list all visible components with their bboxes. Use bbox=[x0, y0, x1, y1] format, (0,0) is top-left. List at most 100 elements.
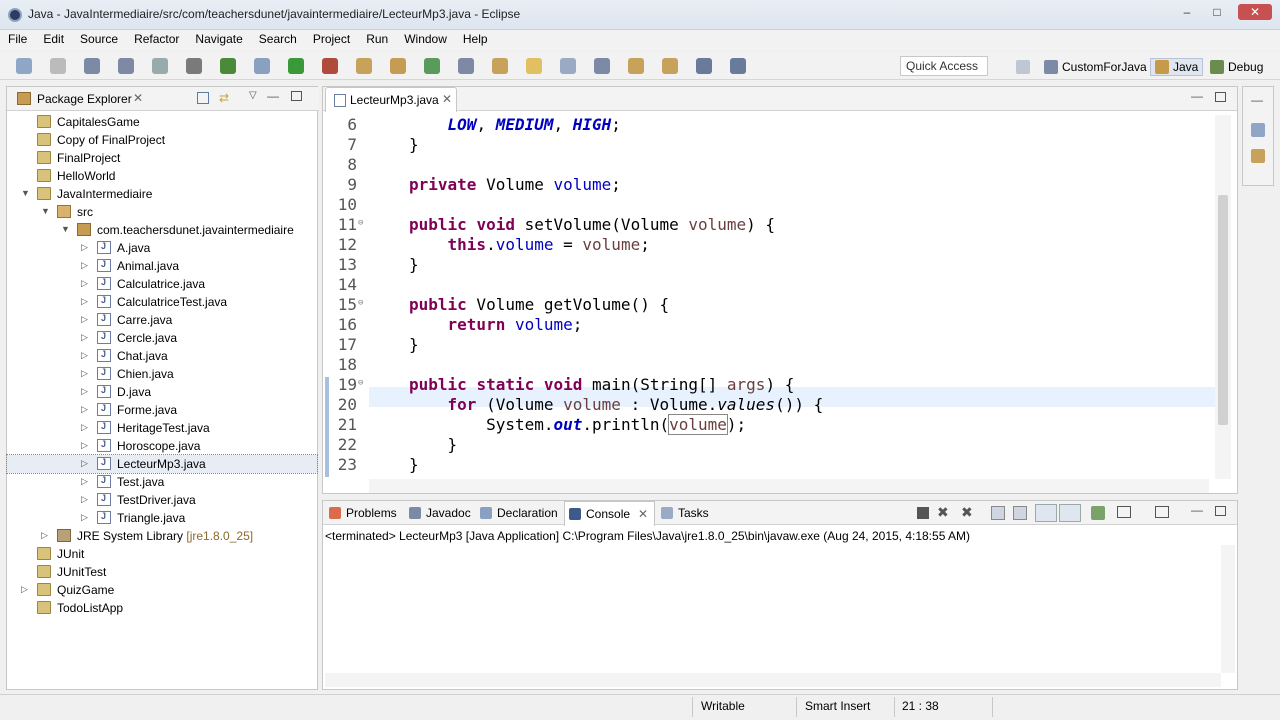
tree-item[interactable]: ▼ JavaIntermediaire bbox=[7, 185, 317, 203]
tab-tasks[interactable]: Tasks bbox=[661, 506, 709, 520]
display-console-icon[interactable] bbox=[1117, 506, 1131, 518]
dropdown-icon[interactable] bbox=[50, 58, 66, 74]
expand-arrow-icon[interactable]: ▷ bbox=[81, 512, 91, 523]
expand-arrow-icon[interactable]: ▷ bbox=[81, 350, 91, 361]
menu-source[interactable]: Source bbox=[72, 30, 126, 50]
next-annotation-icon[interactable] bbox=[628, 58, 644, 74]
word-wrap-icon[interactable] bbox=[1035, 504, 1057, 522]
tree-item[interactable]: ▷ LecteurMp3.java bbox=[6, 454, 318, 474]
menu-search[interactable]: Search bbox=[251, 30, 305, 50]
open-type-icon[interactable] bbox=[458, 58, 474, 74]
debug-run-icon[interactable] bbox=[220, 58, 236, 74]
search-icon[interactable] bbox=[492, 58, 508, 74]
tab-problems[interactable]: Problems bbox=[329, 506, 397, 520]
expand-arrow-icon[interactable]: ▷ bbox=[81, 422, 91, 433]
save-all-icon[interactable] bbox=[118, 58, 134, 74]
tree-item[interactable]: ▷ D.java bbox=[7, 383, 317, 401]
expand-arrow-icon[interactable]: ▷ bbox=[81, 386, 91, 397]
maximize-editor-icon[interactable] bbox=[1215, 92, 1226, 102]
external-tools-icon[interactable] bbox=[322, 58, 338, 74]
perspective-debug[interactable]: Debug bbox=[1206, 58, 1267, 76]
code-line[interactable]: 11 ⊖ public void setVolume(Volume volume) … bbox=[323, 215, 1215, 235]
expand-arrow-icon[interactable]: ▷ bbox=[81, 458, 91, 469]
console-vertical-scrollbar[interactable] bbox=[1221, 545, 1235, 673]
code-line[interactable]: 8 bbox=[323, 155, 1215, 175]
editor-horizontal-scrollbar[interactable] bbox=[369, 479, 1209, 493]
expand-arrow-icon[interactable]: ▷ bbox=[81, 404, 91, 415]
close-icon[interactable]: ✕ bbox=[1238, 4, 1272, 20]
menu-window[interactable]: Window bbox=[396, 30, 455, 50]
code-line[interactable]: 9 private Volume volume; bbox=[323, 175, 1215, 195]
tree-item[interactable]: ▷ Triangle.java bbox=[7, 509, 317, 527]
close-tab-icon[interactable]: ✕ bbox=[442, 92, 452, 106]
console-horizontal-scrollbar[interactable] bbox=[325, 673, 1221, 687]
minimize-panel-icon[interactable]: — bbox=[1191, 503, 1203, 517]
maximize-panel-icon[interactable] bbox=[1215, 506, 1226, 516]
tree-item[interactable]: ▷ Forme.java bbox=[7, 401, 317, 419]
tab-javadoc[interactable]: Javadoc bbox=[409, 506, 471, 520]
code-editor[interactable]: 6 LOW, MEDIUM, HIGH; 7} 8 9 private Volume v… bbox=[323, 115, 1215, 479]
fold-icon[interactable]: ⊖ bbox=[358, 298, 363, 308]
minimize-view-icon[interactable]: — bbox=[267, 89, 279, 103]
menu-refactor[interactable]: Refactor bbox=[126, 30, 187, 50]
perspective-java[interactable]: Java bbox=[1150, 58, 1204, 76]
code-line[interactable]: 23} bbox=[323, 455, 1215, 475]
run-icon[interactable] bbox=[288, 58, 304, 74]
tree-item[interactable]: ▷ Test.java bbox=[7, 473, 317, 491]
tree-item[interactable]: ▷ Calculatrice.java bbox=[7, 275, 317, 293]
minimize-icon[interactable]: – bbox=[1176, 4, 1198, 20]
code-line[interactable]: 16 return volume; bbox=[323, 315, 1215, 335]
editor-vertical-scrollbar[interactable] bbox=[1215, 115, 1231, 479]
quick-access-input[interactable]: Quick Access bbox=[900, 56, 988, 76]
tree-item[interactable]: ▷ Chat.java bbox=[7, 347, 317, 365]
new-class-icon[interactable] bbox=[424, 58, 440, 74]
maximize-icon[interactable]: □ bbox=[1206, 4, 1228, 20]
expand-arrow-icon[interactable]: ▷ bbox=[81, 260, 91, 271]
expand-arrow-icon[interactable]: ▷ bbox=[81, 242, 91, 253]
print-icon[interactable] bbox=[152, 58, 168, 74]
expand-arrow-icon[interactable]: ▷ bbox=[81, 476, 91, 487]
code-line[interactable]: 12 this.volume = volume; bbox=[323, 235, 1215, 255]
tree-item[interactable]: CapitalesGame bbox=[7, 113, 317, 131]
expand-arrow-icon[interactable]: ▼ bbox=[41, 206, 51, 216]
expand-arrow-icon[interactable]: ▷ bbox=[81, 494, 91, 505]
code-line[interactable]: 18 bbox=[323, 355, 1215, 375]
tree-item[interactable]: ▷ TestDriver.java bbox=[7, 491, 317, 509]
clear-console-icon[interactable] bbox=[991, 506, 1005, 520]
tree-item[interactable]: JUnitTest bbox=[7, 563, 317, 581]
tree-item[interactable]: HelloWorld bbox=[7, 167, 317, 185]
scroll-lock-icon[interactable] bbox=[1013, 506, 1027, 520]
new-icon[interactable] bbox=[16, 58, 32, 74]
tree-item[interactable]: ▷ HeritageTest.java bbox=[7, 419, 317, 437]
expand-arrow-icon[interactable]: ▷ bbox=[21, 584, 31, 595]
remove-all-icon[interactable]: ✖ bbox=[961, 504, 973, 521]
expand-arrow-icon[interactable]: ▷ bbox=[81, 368, 91, 379]
expand-arrow-icon[interactable]: ▼ bbox=[61, 224, 71, 234]
link-with-editor-icon[interactable]: ⇄ bbox=[219, 91, 229, 105]
tree-item[interactable]: ▷ Chien.java bbox=[7, 365, 317, 383]
open-perspective-button[interactable] bbox=[1012, 58, 1034, 76]
expand-arrow-icon[interactable]: ▷ bbox=[81, 278, 91, 289]
show-whitespace-icon[interactable] bbox=[594, 58, 610, 74]
back-icon[interactable] bbox=[696, 58, 712, 74]
code-line[interactable]: 6 LOW, MEDIUM, HIGH; bbox=[323, 115, 1215, 135]
tab-console[interactable]: Console ✕ bbox=[564, 501, 656, 526]
code-line[interactable]: 15 ⊖ public Volume getVolume() { bbox=[323, 295, 1215, 315]
new-java-project-icon[interactable] bbox=[356, 58, 372, 74]
close-view-icon[interactable]: ✕ bbox=[133, 91, 143, 105]
menu-run[interactable]: Run bbox=[358, 30, 396, 50]
forward-icon[interactable] bbox=[730, 58, 746, 74]
block-select-icon[interactable] bbox=[560, 58, 576, 74]
build-icon[interactable] bbox=[254, 58, 270, 74]
code-line[interactable]: 21 System.out.println(volume); bbox=[323, 414, 1215, 435]
tree-item[interactable]: ▷ A.java bbox=[7, 239, 317, 257]
tree-item[interactable]: ▷ Horoscope.java bbox=[7, 437, 317, 455]
collapse-all-icon[interactable] bbox=[197, 92, 209, 104]
package-explorer-tab[interactable]: Package Explorer ✕ ⇄ ▽ — bbox=[7, 87, 319, 111]
expand-arrow-icon[interactable]: ▷ bbox=[41, 530, 51, 541]
perspective-customforjava[interactable]: CustomForJava bbox=[1040, 58, 1151, 76]
expand-arrow-icon[interactable]: ▼ bbox=[21, 188, 31, 198]
tree-item[interactable]: ▷ Animal.java bbox=[7, 257, 317, 275]
editor-tab-lecteurmp3[interactable]: LecteurMp3.java ✕ bbox=[325, 87, 457, 112]
terminate-icon[interactable] bbox=[917, 507, 929, 519]
